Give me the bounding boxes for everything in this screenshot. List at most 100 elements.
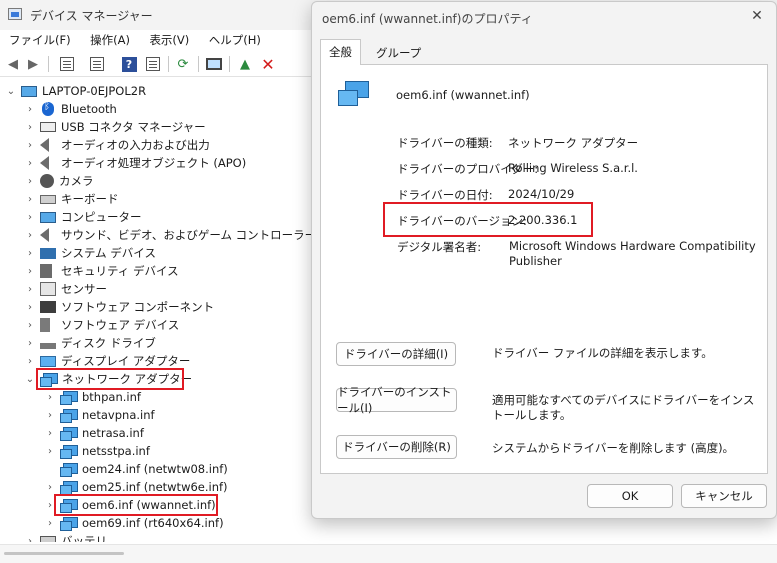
menu-action[interactable]: 操作(A) bbox=[81, 30, 137, 48]
tree-subitem-label: netrasa.inf bbox=[82, 426, 144, 440]
driver-install-button[interactable]: ドライバーのインストール(I) bbox=[336, 385, 457, 415]
tab-group[interactable]: グループ bbox=[368, 41, 429, 65]
help-icon[interactable]: ? bbox=[120, 55, 138, 73]
tree-item-security[interactable]: › セキュリティ デバイス bbox=[24, 262, 179, 280]
chevron-right-icon[interactable]: › bbox=[44, 482, 56, 493]
menu-view[interactable]: 表示(V) bbox=[140, 30, 196, 48]
update-driver-icon[interactable]: ⟳ bbox=[174, 55, 192, 73]
horizontal-scrollbar[interactable] bbox=[0, 544, 777, 563]
device-manager-icon bbox=[8, 8, 22, 20]
chevron-right-icon[interactable]: › bbox=[24, 338, 36, 349]
tree-item-sensor[interactable]: › センサー bbox=[24, 280, 107, 298]
driver-provider-value: Rolling Wireless S.a.r.l. bbox=[508, 161, 638, 175]
tree-item-software-component[interactable]: › ソフトウェア コンポーネント bbox=[24, 298, 214, 316]
tree-subitem[interactable]: › netsstpa.inf bbox=[44, 442, 150, 460]
speaker-icon bbox=[40, 138, 49, 152]
chevron-right-icon[interactable]: › bbox=[24, 176, 36, 187]
speaker-icon bbox=[40, 156, 49, 170]
chevron-right-icon[interactable]: › bbox=[24, 158, 36, 169]
chevron-right-icon[interactable]: › bbox=[24, 536, 36, 543]
tree-item-label: Bluetooth bbox=[61, 102, 117, 116]
chevron-down-icon[interactable]: ⌄ bbox=[5, 86, 17, 97]
tree-item-battery[interactable]: › バッテリ bbox=[24, 532, 107, 542]
ok-button[interactable]: OK bbox=[587, 484, 673, 508]
tree-item-apo[interactable]: › オーディオ処理オブジェクト (APO) bbox=[24, 154, 246, 172]
tree-item-bluetooth[interactable]: › Bluetooth bbox=[24, 100, 117, 118]
network-icon bbox=[60, 462, 78, 477]
chevron-right-icon[interactable]: › bbox=[24, 104, 36, 115]
tree-item-sound[interactable]: › サウンド、ビデオ、およびゲーム コントローラー bbox=[24, 226, 312, 244]
tree-item-audio-io[interactable]: › オーディオの入力および出力 bbox=[24, 136, 210, 154]
display-icon bbox=[40, 355, 56, 367]
digital-signer-value: Microsoft Windows Hardware Compatibility… bbox=[509, 239, 756, 268]
tree-item-label: ソフトウェア デバイス bbox=[61, 318, 180, 332]
tree-subitem-label: bthpan.inf bbox=[82, 390, 141, 404]
tree-item-label: オーディオ処理オブジェクト (APO) bbox=[61, 156, 247, 170]
cancel-button[interactable]: キャンセル bbox=[681, 484, 767, 508]
tree-item-system[interactable]: › システム デバイス bbox=[24, 244, 156, 262]
chevron-right-icon[interactable]: › bbox=[24, 248, 36, 259]
chevron-right-icon[interactable]: › bbox=[24, 122, 36, 133]
network-icon bbox=[60, 444, 78, 459]
properties-icon[interactable] bbox=[58, 55, 76, 73]
chevron-right-icon[interactable]: › bbox=[44, 518, 56, 529]
tree-subitem[interactable]: › oem69.inf (rt640x64.inf) bbox=[44, 514, 224, 532]
software-device-icon bbox=[40, 318, 50, 332]
software-icon bbox=[40, 301, 56, 313]
chevron-right-icon[interactable]: › bbox=[24, 194, 36, 205]
tree-item-label: カメラ bbox=[59, 174, 94, 188]
tree-item-label: ディスプレイ アダプター bbox=[61, 354, 191, 368]
menu-file[interactable]: ファイル(F) bbox=[0, 30, 78, 48]
tree-subitem[interactable]: › bthpan.inf bbox=[44, 388, 141, 406]
highlight-network-adapters bbox=[36, 368, 184, 390]
tree-item-label: キーボード bbox=[61, 192, 119, 206]
driver-details-button[interactable]: ドライバーの詳細(I) bbox=[336, 342, 456, 366]
tree-item-computer[interactable]: › コンピューター bbox=[24, 208, 142, 226]
chevron-right-icon[interactable]: › bbox=[24, 230, 36, 241]
network-icon bbox=[60, 426, 78, 441]
tree-item-camera[interactable]: › カメラ bbox=[24, 172, 94, 190]
network-icon bbox=[60, 516, 78, 531]
network-adapter-icon bbox=[338, 81, 369, 109]
chevron-down-icon[interactable]: ⌄ bbox=[24, 374, 36, 385]
tree-item-label: センサー bbox=[61, 282, 107, 296]
details-icon[interactable] bbox=[88, 55, 106, 73]
chevron-right-icon[interactable]: › bbox=[24, 302, 36, 313]
chevron-right-icon[interactable]: › bbox=[44, 428, 56, 439]
disk-icon bbox=[40, 343, 56, 349]
scan-hardware-icon[interactable] bbox=[205, 55, 223, 73]
chevron-right-icon[interactable]: › bbox=[24, 212, 36, 223]
tree-item-software-device[interactable]: › ソフトウェア デバイス bbox=[24, 316, 179, 334]
toolbar-separator bbox=[198, 56, 199, 72]
close-icon[interactable]: ✕ bbox=[748, 7, 766, 25]
enable-device-icon[interactable]: ▲ bbox=[236, 55, 254, 73]
chevron-right-icon[interactable]: › bbox=[24, 284, 36, 295]
chevron-right-icon[interactable]: › bbox=[24, 266, 36, 277]
menu-help[interactable]: ヘルプ(H) bbox=[200, 30, 268, 48]
tree-subitem-label: oem25.inf (netwtw6e.inf) bbox=[82, 480, 228, 494]
tab-general[interactable]: 全般 bbox=[320, 39, 361, 65]
tree-subitem[interactable]: › netrasa.inf bbox=[44, 424, 144, 442]
chevron-right-icon[interactable]: › bbox=[44, 446, 56, 457]
view-icon[interactable] bbox=[144, 55, 162, 73]
driver-remove-button[interactable]: ドライバーの削除(R) bbox=[336, 435, 457, 459]
digital-signer-label: デジタル署名者: bbox=[397, 240, 482, 254]
chevron-right-icon[interactable]: › bbox=[44, 392, 56, 403]
chevron-right-icon[interactable]: › bbox=[44, 410, 56, 421]
chevron-right-icon[interactable]: › bbox=[24, 356, 36, 367]
tree-subitem[interactable]: › netavpna.inf bbox=[44, 406, 155, 424]
tree-item-keyboard[interactable]: › キーボード bbox=[24, 190, 119, 208]
tree-root[interactable]: ⌄ LAPTOP-0EJPOL2R bbox=[5, 82, 146, 100]
tree-subitem[interactable]: oem24.inf (netwtw08.inf) bbox=[44, 460, 228, 478]
uninstall-x-icon[interactable]: ✕ bbox=[259, 55, 277, 74]
computer-icon bbox=[40, 211, 56, 223]
forward-arrow-icon[interactable]: ▶ bbox=[24, 55, 42, 73]
chevron-right-icon[interactable]: › bbox=[24, 320, 36, 331]
tree-item-disk[interactable]: › ディスク ドライブ bbox=[24, 334, 156, 352]
computer-name: LAPTOP-0EJPOL2R bbox=[42, 84, 147, 98]
usb-icon bbox=[40, 122, 56, 132]
back-arrow-icon[interactable]: ◀ bbox=[4, 55, 22, 73]
tree-item-usb-connector[interactable]: › USB コネクタ マネージャー bbox=[24, 118, 206, 136]
chevron-right-icon[interactable]: › bbox=[24, 140, 36, 151]
tree-item-label: サウンド、ビデオ、およびゲーム コントローラー bbox=[61, 228, 312, 242]
